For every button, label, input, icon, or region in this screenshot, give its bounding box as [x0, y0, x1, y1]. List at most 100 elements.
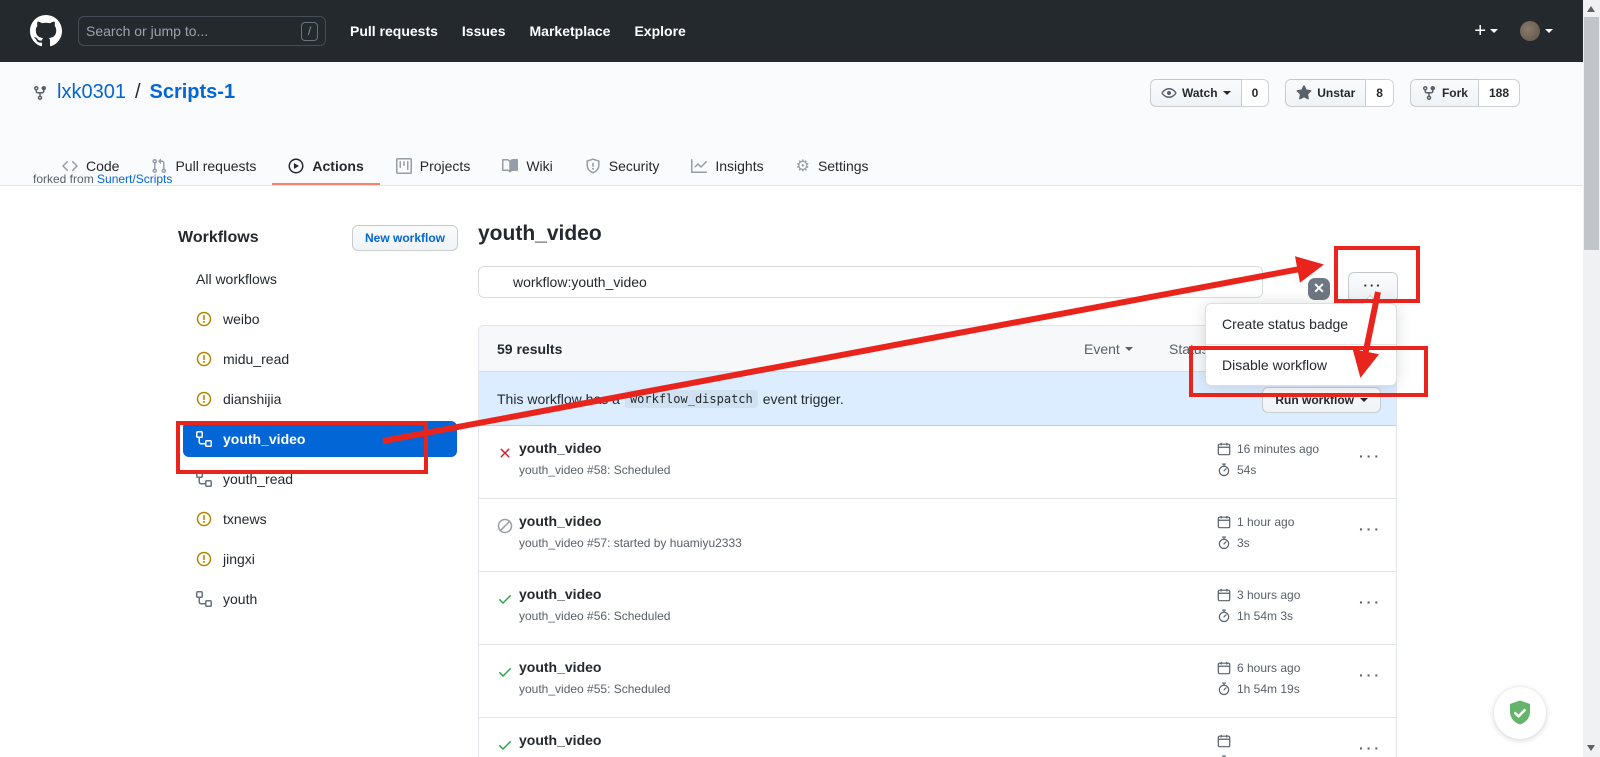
workflow-label: weibo [223, 311, 260, 327]
code-icon [62, 158, 78, 174]
clear-search-button[interactable]: ✕ [1308, 278, 1330, 300]
run-time: 1 hour ago [1237, 515, 1294, 529]
shield-check-icon [1505, 698, 1535, 728]
run-title-link[interactable]: youth_video [519, 440, 601, 456]
calendar-icon [1217, 442, 1231, 456]
run-options-button[interactable]: ··· [1359, 740, 1382, 756]
calendar-icon [1217, 734, 1231, 748]
sidebar-header: Workflows New workflow [178, 224, 458, 251]
caret-down-icon [1490, 29, 1498, 33]
tab-pull-requests[interactable]: Pull requests [135, 148, 272, 185]
tab-code[interactable]: Code [46, 148, 135, 185]
runs-list-container: 59 results Event Status This workflow ha… [478, 325, 1397, 757]
create-new-menu[interactable]: + [1474, 21, 1498, 41]
workflow-label: dianshijia [223, 391, 281, 407]
adguard-badge[interactable] [1494, 687, 1546, 739]
repo-forked-icon [1421, 85, 1437, 101]
play-circle-icon [288, 158, 304, 174]
fork-count[interactable]: 188 [1479, 79, 1520, 107]
run-time: 3 hours ago [1237, 588, 1300, 602]
results-count: 59 results [497, 341, 562, 357]
new-workflow-button[interactable]: New workflow [352, 225, 458, 251]
page-title: youth_video [478, 222, 602, 246]
warning-icon [196, 511, 212, 527]
run-duration: 1h 54m 19s [1237, 682, 1300, 696]
run-duration: 1h 54m 3s [1237, 609, 1293, 623]
stopwatch-icon [1217, 463, 1231, 477]
github-logo-icon[interactable] [30, 15, 62, 47]
sidebar-item-midu-read[interactable]: midu_read [183, 341, 457, 377]
run-title-link[interactable]: youth_video [519, 732, 601, 748]
stopwatch-icon [1217, 682, 1231, 696]
run-time: 6 hours ago [1237, 661, 1300, 675]
repo-separator: / [135, 81, 141, 104]
x-failed-icon [497, 445, 513, 461]
workflow-list: All workflows weibo midu_read dianshijia… [183, 261, 458, 617]
project-icon [396, 158, 412, 174]
scrollbar-up-arrow[interactable] [1587, 6, 1595, 12]
run-title-link[interactable]: youth_video [519, 659, 601, 675]
menu-item-disable-workflow[interactable]: Disable workflow [1206, 344, 1396, 385]
scrollbar-thumb[interactable] [1584, 17, 1599, 250]
warning-icon [196, 311, 212, 327]
workflow-options-menu: Create status badge Disable workflow [1205, 303, 1397, 386]
sidebar-item-weibo[interactable]: weibo [183, 301, 457, 337]
event-filter[interactable]: Event [1084, 341, 1133, 357]
sidebar-item-all-workflows[interactable]: All workflows [183, 261, 457, 297]
pull-request-icon [151, 158, 167, 174]
github-actions-page: / Pull requests Issues Marketplace Explo… [0, 0, 1600, 757]
sidebar-item-youth[interactable]: youth [183, 581, 457, 617]
workflow-icon [196, 471, 212, 487]
repo-name-link[interactable]: Scripts-1 [150, 81, 236, 104]
sidebar-item-youth-read[interactable]: youth_read [183, 461, 457, 497]
check-icon [497, 664, 513, 680]
run-row: youth_video youth_video #57: started by … [479, 499, 1396, 572]
avatar [1520, 21, 1540, 41]
warning-icon [196, 551, 212, 567]
user-menu[interactable] [1520, 21, 1553, 41]
fork-button[interactable]: Fork [1410, 79, 1479, 107]
banner-text: This workflow has a [497, 391, 620, 407]
plus-icon: + [1474, 21, 1486, 41]
cancelled-icon [497, 518, 513, 534]
run-meta: 6 hours ago 1h 54m 19s [1217, 657, 1300, 699]
global-search: / [78, 16, 326, 46]
sidebar-item-youth-video[interactable]: youth_video [183, 421, 457, 457]
tab-label: Projects [420, 158, 471, 174]
tab-label: Actions [312, 158, 363, 174]
run-options-button[interactable]: ··· [1359, 594, 1382, 610]
sidebar-item-jingxi[interactable]: jingxi [183, 541, 457, 577]
tab-actions[interactable]: Actions [272, 148, 379, 185]
run-subtitle: youth_video #56: Scheduled [519, 609, 670, 623]
run-meta: 1 hour ago 3s [1217, 511, 1294, 553]
run-subtitle: youth_video #57: started by huamiyu2333 [519, 536, 742, 550]
tab-projects[interactable]: Projects [380, 148, 487, 185]
warning-icon [196, 351, 212, 367]
stopwatch-icon [1217, 609, 1231, 623]
caret-down-icon [1360, 398, 1368, 402]
workflow-icon [196, 431, 212, 447]
sidebar-item-dianshijia[interactable]: dianshijia [183, 381, 457, 417]
event-filter-label: Event [1084, 341, 1120, 357]
run-row: youth_video youth_video #58: Scheduled 1… [479, 426, 1396, 499]
run-title-link[interactable]: youth_video [519, 513, 601, 529]
workflow-label: youth_video [223, 431, 305, 447]
calendar-icon [1217, 661, 1231, 675]
run-options-button[interactable]: ··· [1359, 521, 1382, 537]
run-options-button[interactable]: ··· [1359, 667, 1382, 683]
run-duration: 54s [1237, 463, 1256, 477]
repo-owner-link[interactable]: lxk0301 [57, 81, 126, 104]
global-search-input[interactable] [86, 23, 295, 39]
run-time: 16 minutes ago [1237, 442, 1319, 456]
menu-item-create-status-badge[interactable]: Create status badge [1206, 304, 1396, 344]
run-workflow-button[interactable]: Run workflow [1262, 387, 1381, 413]
run-options-button[interactable]: ··· [1359, 448, 1382, 464]
run-row: youth_video ··· [479, 718, 1396, 757]
scrollbar-down-arrow[interactable] [1587, 745, 1595, 751]
sidebar-item-txnews[interactable]: txnews [183, 501, 457, 537]
nav-pull-requests[interactable]: Pull requests [350, 23, 438, 39]
stopwatch-icon [1217, 536, 1231, 550]
workflow-label: txnews [223, 511, 267, 527]
runs-search-input[interactable] [478, 266, 1263, 298]
run-title-link[interactable]: youth_video [519, 586, 601, 602]
